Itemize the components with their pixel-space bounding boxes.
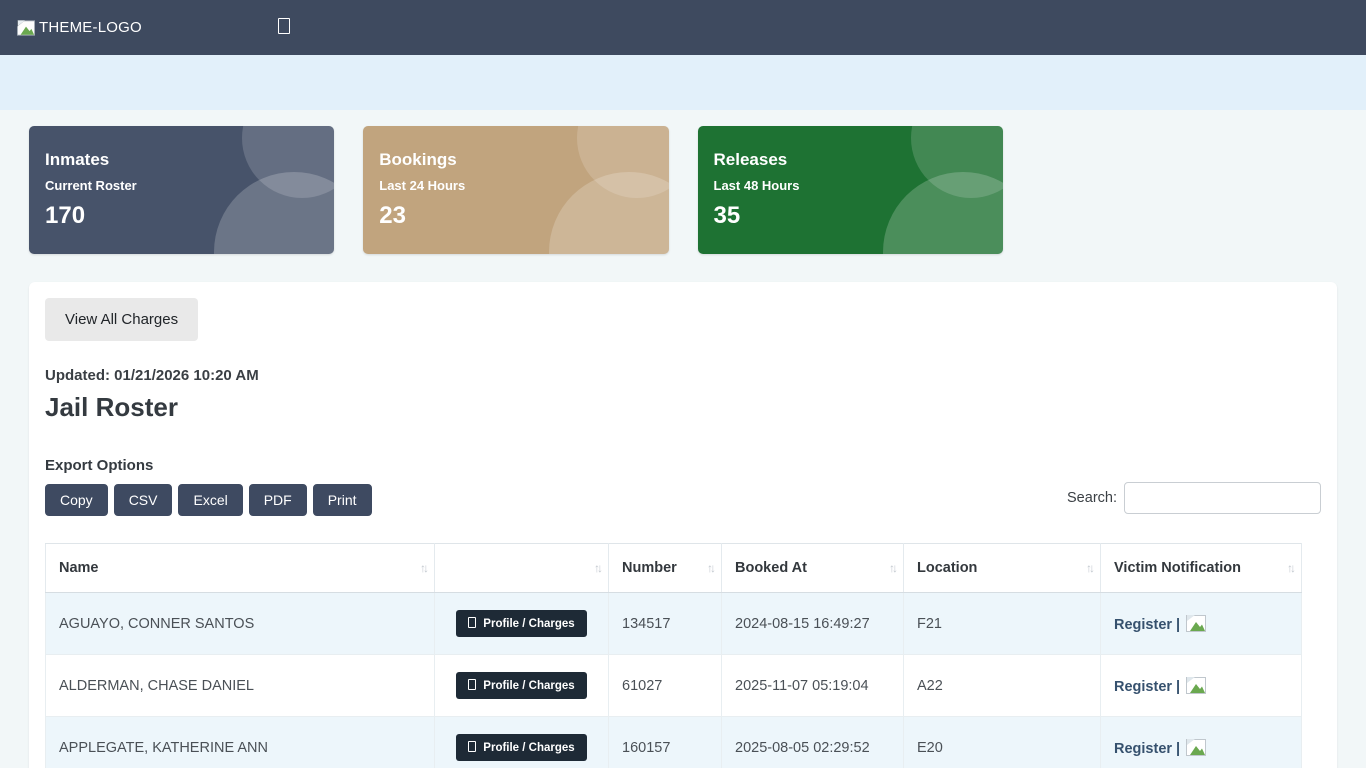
inmate-number-cell: 134517 (608, 592, 722, 655)
table-row: ALDERMAN, CHASE DANIEL Profile / Charges… (45, 654, 1302, 717)
sort-icon: ↑↓ (889, 561, 898, 575)
export-options-label: Export Options (45, 457, 154, 474)
missing-glyph-icon (468, 741, 477, 752)
excel-button[interactable]: Excel (178, 484, 243, 516)
column-header-location[interactable]: Location ↑↓ (903, 543, 1101, 593)
register-link[interactable]: Register | (1114, 741, 1180, 757)
stat-title: Releases (713, 150, 788, 169)
location-cell: E20 (903, 716, 1101, 768)
copy-button[interactable]: Copy (45, 484, 108, 516)
brand-logo[interactable]: THEME-LOGO (17, 19, 142, 36)
inmate-name-cell: APPLEGATE, KATHERINE ANN (45, 716, 435, 768)
menu-toggle-button[interactable] (277, 18, 290, 37)
profile-charges-button[interactable]: Profile / Charges (456, 734, 587, 761)
register-link[interactable]: Register | (1114, 617, 1180, 633)
pdf-button[interactable]: PDF (248, 484, 307, 516)
roster-table: Name ↑↓ ↑↓ Number ↑↓ Booked At ↑↓ Location ↑… (45, 543, 1302, 768)
search-label: Search: (1067, 490, 1117, 506)
stat-value: 23 (379, 202, 406, 229)
victim-notification-cell: Register | (1100, 716, 1302, 768)
sort-icon: ↑↓ (1086, 561, 1095, 575)
inmate-number-cell: 160157 (608, 716, 722, 768)
broken-image-icon (17, 19, 35, 36)
inmate-number-cell: 61027 (608, 654, 722, 717)
stat-title: Bookings (379, 150, 457, 169)
view-all-charges-button[interactable]: View All Charges (45, 298, 199, 341)
stat-value: 35 (713, 202, 741, 229)
export-options-group: Export Options Copy CSV Excel PDF Print (45, 457, 372, 516)
stat-title: Inmates (45, 150, 110, 169)
sort-icon: ↑↓ (420, 561, 429, 575)
booked-at-cell: 2025-11-07 05:19:04 (721, 654, 904, 717)
stat-subtitle: Last 48 Hours (713, 178, 800, 193)
sort-icon: ↑↓ (1287, 561, 1296, 575)
table-row: APPLEGATE, KATHERINE ANN Profile / Charg… (45, 716, 1302, 768)
table-header-row: Name ↑↓ ↑↓ Number ↑↓ Booked At ↑↓ Location ↑… (45, 543, 1302, 593)
profile-charges-button[interactable]: Profile / Charges (456, 610, 587, 637)
search-group: Search: (1067, 482, 1321, 516)
booked-at-cell: 2025-08-05 02:29:52 (721, 716, 904, 768)
column-header-number[interactable]: Number ↑↓ (608, 543, 722, 593)
column-header-name[interactable]: Name ↑↓ (45, 543, 435, 593)
csv-button[interactable]: CSV (113, 484, 173, 516)
inmate-name-cell: ALDERMAN, CHASE DANIEL (45, 654, 435, 717)
page-title: Jail Roster (45, 392, 178, 422)
broken-image-icon (1186, 738, 1207, 756)
brand-logo-alt-text: THEME-LOGO (39, 19, 142, 36)
search-input[interactable] (1124, 482, 1321, 514)
table-container: Name ↑↓ ↑↓ Number ↑↓ Booked At ↑↓ Location ↑… (45, 543, 1321, 768)
register-link[interactable]: Register | (1114, 679, 1180, 695)
broken-image-icon (1186, 614, 1207, 632)
victim-notification-cell: Register | (1100, 654, 1302, 717)
page-content: Inmates Current Roster 170 Bookings Last… (0, 110, 1366, 768)
profile-charges-button[interactable]: Profile / Charges (456, 672, 587, 699)
broken-image-icon (1186, 676, 1207, 694)
missing-glyph-icon (468, 617, 477, 628)
stat-subtitle: Last 24 Hours (379, 178, 466, 193)
booked-at-cell: 2024-08-15 16:49:27 (721, 592, 904, 655)
stats-row: Inmates Current Roster 170 Bookings Last… (29, 126, 1337, 254)
victim-notification-cell: Register | (1100, 592, 1302, 655)
missing-glyph-icon (468, 679, 477, 690)
stat-card-inmates: Inmates Current Roster 170 (29, 126, 335, 254)
stat-card-bookings: Bookings Last 24 Hours 23 (363, 126, 669, 254)
sort-icon: ↑↓ (707, 561, 716, 575)
updated-timestamp: Updated: 01/21/2026 10:20 AM (45, 367, 259, 384)
column-header-actions[interactable]: ↑↓ (434, 543, 609, 593)
export-buttons: Copy CSV Excel PDF Print (45, 484, 372, 516)
roster-panel: View All Charges Updated: 01/21/2026 10:… (29, 282, 1337, 768)
subheader-strip (0, 55, 1366, 110)
column-header-victim-notification[interactable]: Victim Notification ↑↓ (1100, 543, 1302, 593)
table-toolbar: Export Options Copy CSV Excel PDF Print … (45, 457, 1321, 516)
stat-value: 170 (45, 202, 86, 229)
inmate-name-cell: AGUAYO, CONNER SANTOS (45, 592, 435, 655)
table-row: AGUAYO, CONNER SANTOS Profile / Charges … (45, 592, 1302, 655)
location-cell: F21 (903, 592, 1101, 655)
location-cell: A22 (903, 654, 1101, 717)
stat-subtitle: Current Roster (45, 178, 137, 193)
sort-icon: ↑↓ (594, 561, 603, 575)
column-header-booked-at[interactable]: Booked At ↑↓ (721, 543, 904, 593)
menu-toggle-icon (277, 18, 290, 34)
stat-card-releases: Releases Last 48 Hours 35 (697, 126, 1003, 254)
print-button[interactable]: Print (312, 484, 372, 516)
top-navbar: THEME-LOGO (0, 0, 1366, 55)
